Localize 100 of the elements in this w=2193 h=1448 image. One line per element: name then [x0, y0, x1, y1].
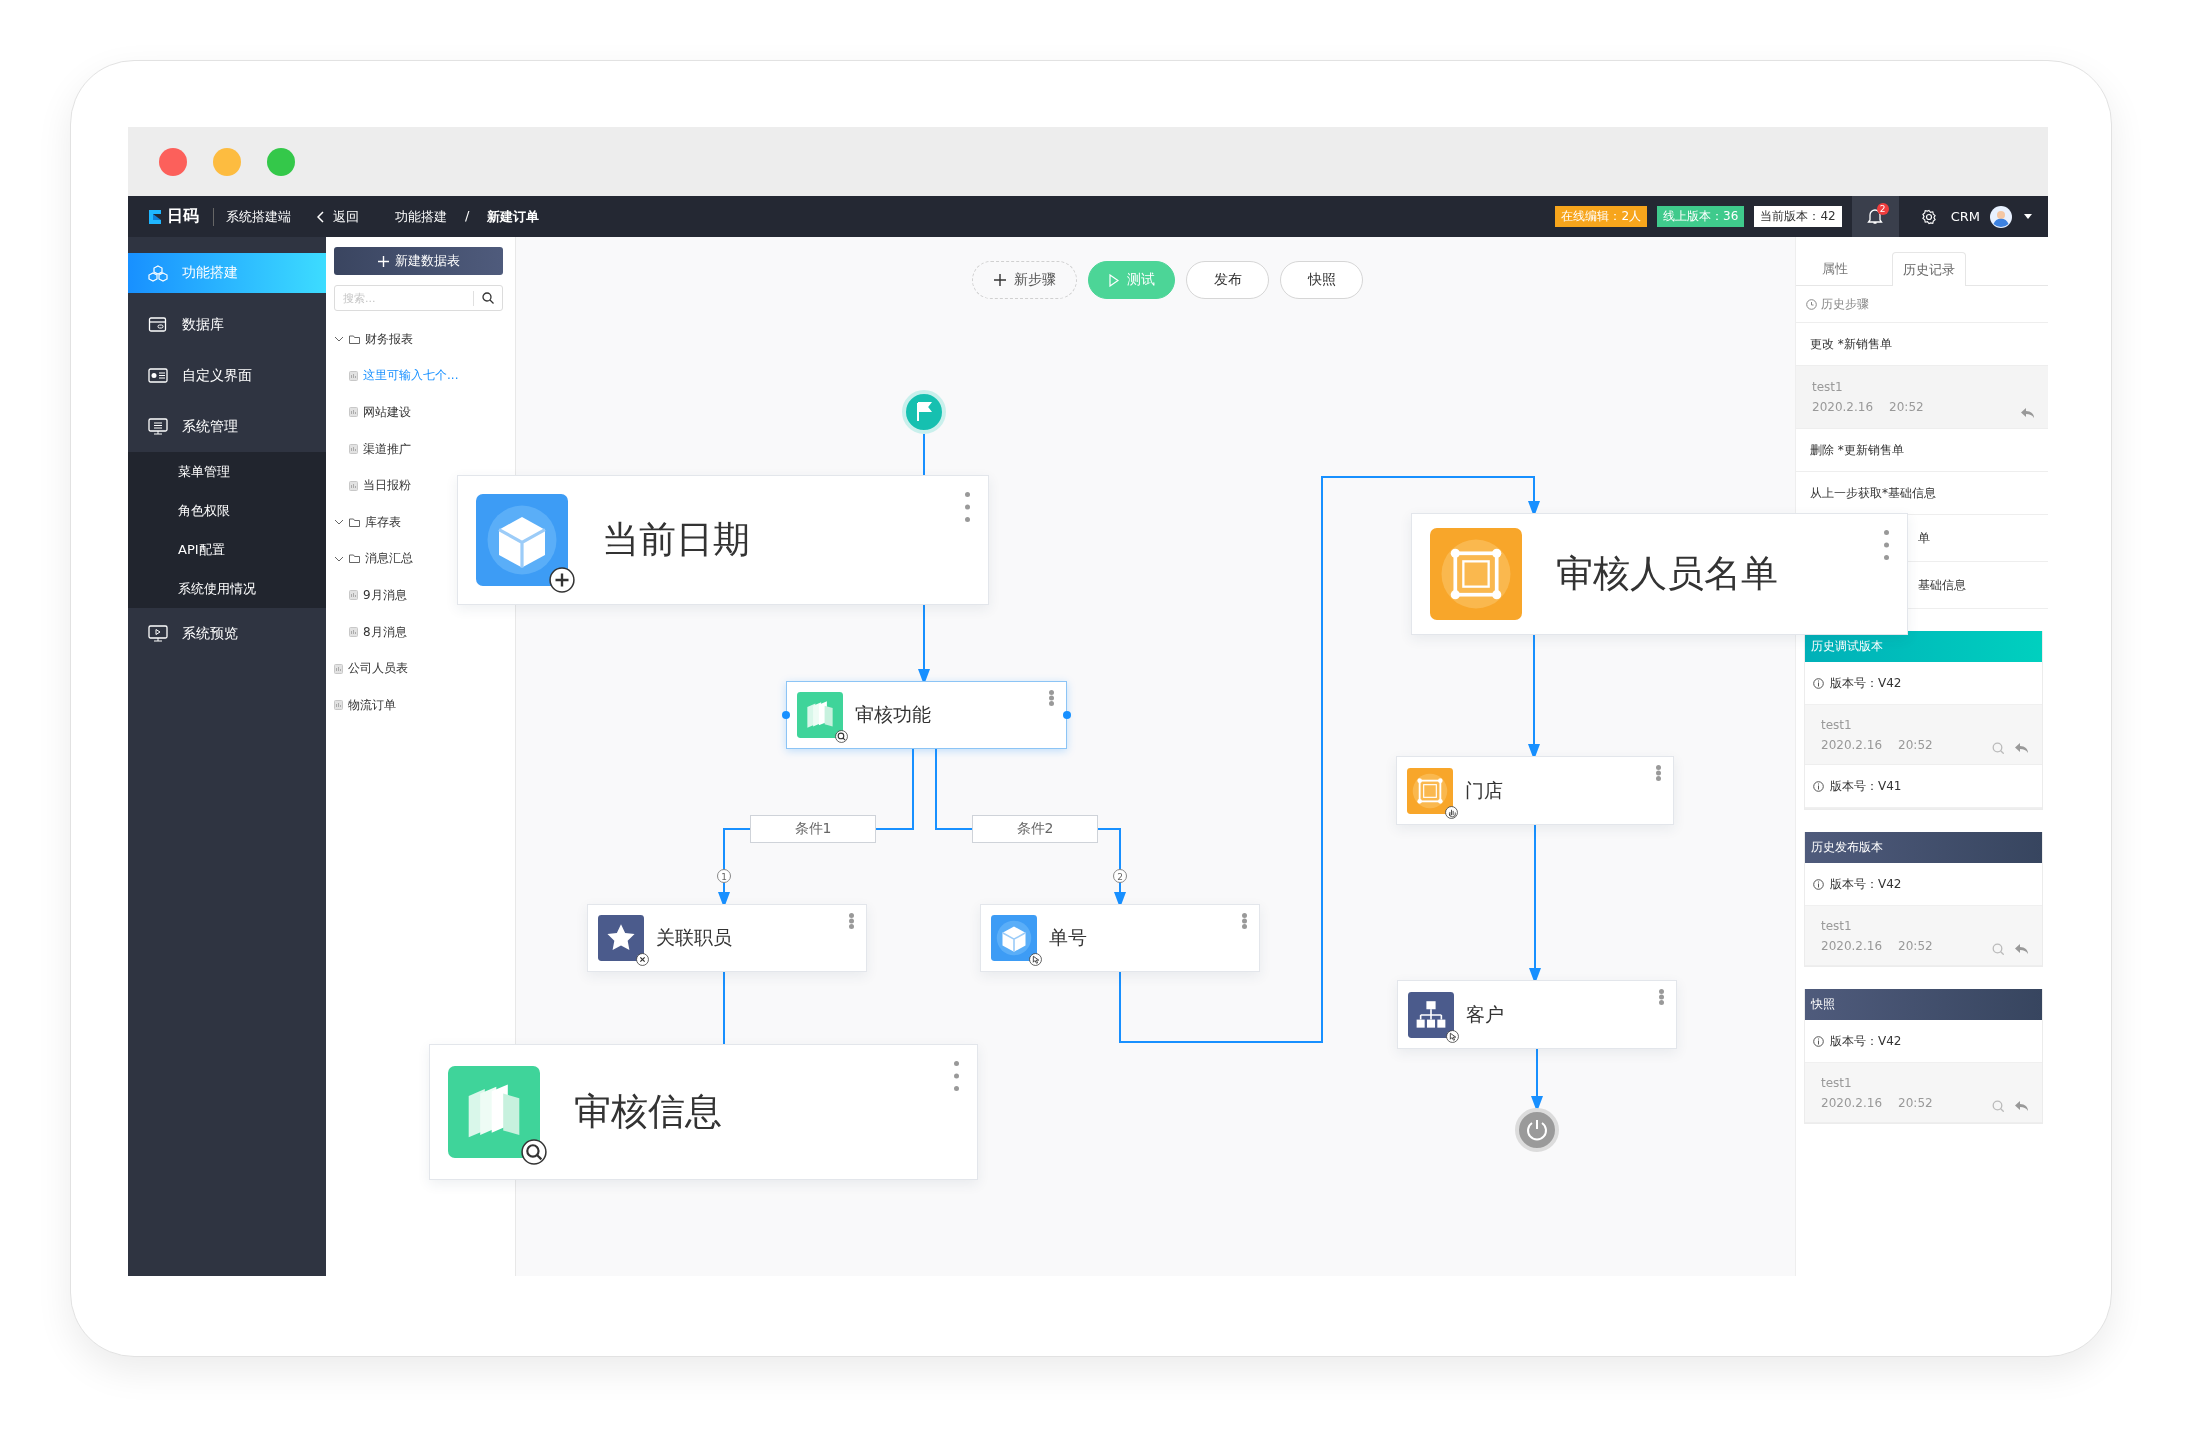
node-title: 门店 [1465, 777, 1503, 803]
undo-icon[interactable] [2014, 943, 2028, 954]
more-icon[interactable] [1659, 989, 1664, 1005]
window-control[interactable] [267, 147, 295, 176]
tree-item[interactable]: 9月消息 [334, 577, 407, 614]
flow-node-card[interactable]: 客户 [1397, 980, 1677, 1049]
version-item[interactable]: 版本号：V42 test1 2020.2.16 20:52 [1805, 1020, 2042, 1123]
chevron-down-icon[interactable] [334, 335, 344, 344]
search-icon [521, 1139, 547, 1165]
stacked-sheets-icon [797, 692, 843, 738]
user-name: test1 [1821, 717, 1853, 732]
more-icon[interactable] [1656, 765, 1661, 781]
sheet-icon [349, 590, 358, 601]
status-badge: 线上版本：36 [1657, 206, 1745, 227]
flow-node-card[interactable]: 门店 [1396, 756, 1674, 825]
more-icon[interactable] [1049, 690, 1054, 706]
connection-port[interactable] [1063, 711, 1071, 719]
more-icon[interactable] [849, 913, 854, 929]
cubes-icon [148, 263, 168, 283]
toolbar-button[interactable]: 发布 [1186, 261, 1269, 299]
user-name: test1 [1821, 918, 1853, 933]
search-icon [835, 730, 848, 743]
more-icon[interactable] [965, 492, 970, 522]
cursor-icon [1029, 953, 1042, 966]
tree-item[interactable]: 渠道推广 [334, 430, 411, 468]
version-item[interactable]: 版本号：V42 test1 2020.2.16 20:52 [1805, 662, 2042, 765]
node-title: 当前日期 [602, 517, 750, 563]
flow-node-card[interactable]: 单号 [980, 904, 1260, 972]
back-icon [317, 210, 325, 223]
settings-icon[interactable] [1920, 208, 1937, 225]
window-control[interactable] [159, 147, 187, 176]
org-chart-icon [1408, 991, 1454, 1038]
sheet-icon [334, 663, 343, 674]
node-title: 审核信息 [574, 1089, 722, 1135]
submenu-item[interactable]: 角色权限 [128, 491, 326, 530]
frame-icon [1430, 528, 1522, 620]
user-name: test1 [1812, 380, 1844, 394]
flow-node-card[interactable]: 审核信息 [429, 1044, 978, 1180]
time-text: 20:52 [1898, 938, 1933, 953]
caret-icon[interactable] [2024, 214, 2032, 219]
history-step[interactable]: 单 [1918, 529, 1930, 547]
flow-node-card[interactable]: 当前日期 [457, 475, 989, 605]
section-header: 快照 [1805, 989, 2042, 1020]
node-title: 客户 [1466, 1001, 1504, 1027]
undo-icon[interactable] [2020, 407, 2034, 418]
breadcrumb-item[interactable]: 功能搭建 [395, 207, 447, 226]
user-name: test1 [1821, 1075, 1853, 1090]
flow-node-card[interactable]: 关联职员 [587, 904, 867, 972]
back-link[interactable]: 返回 [317, 207, 359, 226]
node-title: 关联职员 [656, 925, 732, 950]
sidebar-item[interactable]: 系统管理 [128, 401, 326, 452]
undo-icon[interactable] [2014, 1100, 2028, 1111]
tree-item[interactable]: 消息汇总 [334, 540, 413, 578]
cube-icon [476, 494, 568, 586]
time-text: 20:52 [1898, 1095, 1933, 1110]
history-step[interactable]: 删除 *更新销售单 [1796, 429, 2048, 472]
submenu-item[interactable]: 菜单管理 [128, 452, 326, 491]
tree-item[interactable]: 8月消息 [334, 613, 407, 651]
node-title: 审核人员名单 [1556, 551, 1778, 597]
flow-node-card[interactable]: 审核人员名单 [1411, 513, 1908, 635]
chevron-down-icon[interactable] [334, 518, 344, 527]
history-step[interactable]: 基础信息 [1918, 576, 1966, 594]
version-item[interactable]: 版本号：V42 test1 2020.2.16 20:52 [1805, 863, 2042, 966]
more-icon[interactable] [1884, 530, 1889, 560]
submenu-item[interactable]: API配置 [128, 530, 326, 569]
toolbar-button[interactable]: 快照 [1280, 261, 1363, 299]
condition-label[interactable]: 条件2 [972, 815, 1098, 843]
node-title: 审核功能 [855, 702, 931, 727]
tree-item[interactable]: 网站建设 [334, 394, 411, 431]
user-name[interactable]: CRM [1950, 209, 1980, 224]
avatar[interactable] [1990, 205, 2012, 228]
tree-item[interactable]: 财务报表 [334, 321, 413, 358]
tree-item[interactable]: 物流订单 [334, 686, 396, 724]
cursor-icon [1446, 1029, 1459, 1043]
undo-icon[interactable] [2014, 742, 2028, 753]
layout-icon [148, 366, 168, 385]
more-icon[interactable] [954, 1061, 959, 1091]
close-icon [636, 953, 649, 966]
condition-label[interactable]: 条件1 [750, 815, 876, 843]
time-text: 20:52 [1889, 400, 1924, 414]
plus-icon [993, 274, 1006, 286]
more-icon[interactable] [1242, 913, 1247, 929]
app-name: 系统搭建端 [213, 207, 291, 226]
chevron-down-icon[interactable] [334, 554, 344, 563]
search-icon[interactable] [482, 292, 494, 304]
panel-tab[interactable]: 属性 [1798, 252, 1872, 285]
sidebar-item[interactable]: 系统预览 [128, 608, 326, 659]
panel-tab[interactable]: 历史记录 [1892, 252, 1966, 286]
sidebar-item[interactable]: 自定义界面 [128, 350, 326, 401]
tree-item[interactable]: 当日报粉 [334, 467, 411, 504]
status-badge: 当前版本：42 [1754, 206, 1842, 227]
tree-item[interactable]: 公司人员表 [334, 650, 408, 687]
new-table-button[interactable]: 新建数据表 [334, 247, 503, 275]
sidebar-item[interactable]: 数据库 [128, 299, 326, 350]
submenu-item[interactable]: 系统使用情况 [128, 569, 326, 608]
tree-item[interactable]: 库存表 [334, 503, 401, 541]
sheet-icon [349, 407, 358, 418]
version-row[interactable]: 版本号：V41 [1805, 765, 2042, 808]
connection-port[interactable] [782, 711, 790, 719]
window-control[interactable] [213, 147, 241, 176]
